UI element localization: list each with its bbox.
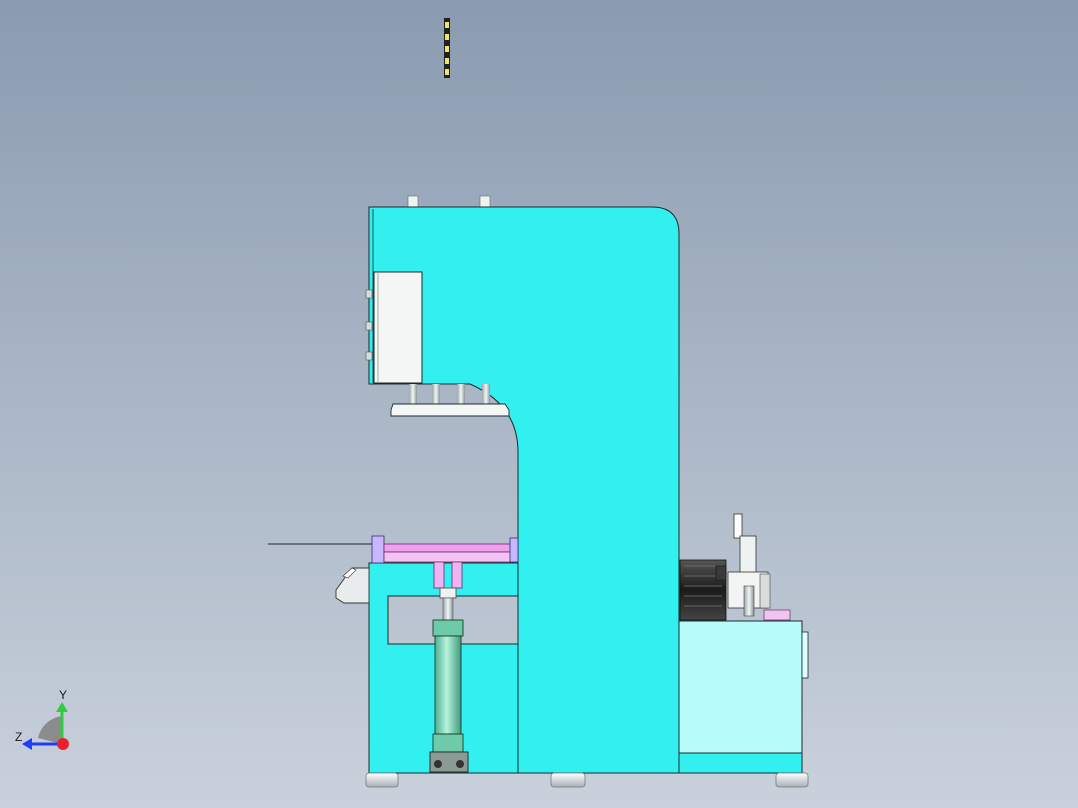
upper-head-block[interactable] [373,271,423,384]
front-guard[interactable] [335,567,370,604]
leveling-feet [365,772,809,788]
triad-z-label: Z [15,730,22,744]
triad-y-label: Y [59,688,67,702]
top-bolts [407,195,491,209]
cad-viewport[interactable]: Y Z [0,0,1078,808]
press-model[interactable]: Y Z [0,0,1078,808]
hydraulic-tank[interactable] [678,620,809,774]
motor[interactable] [679,559,727,621]
section-marker [444,18,450,78]
valve-assembly[interactable] [727,513,791,621]
coordinate-triad-icon: Y Z [15,688,69,750]
